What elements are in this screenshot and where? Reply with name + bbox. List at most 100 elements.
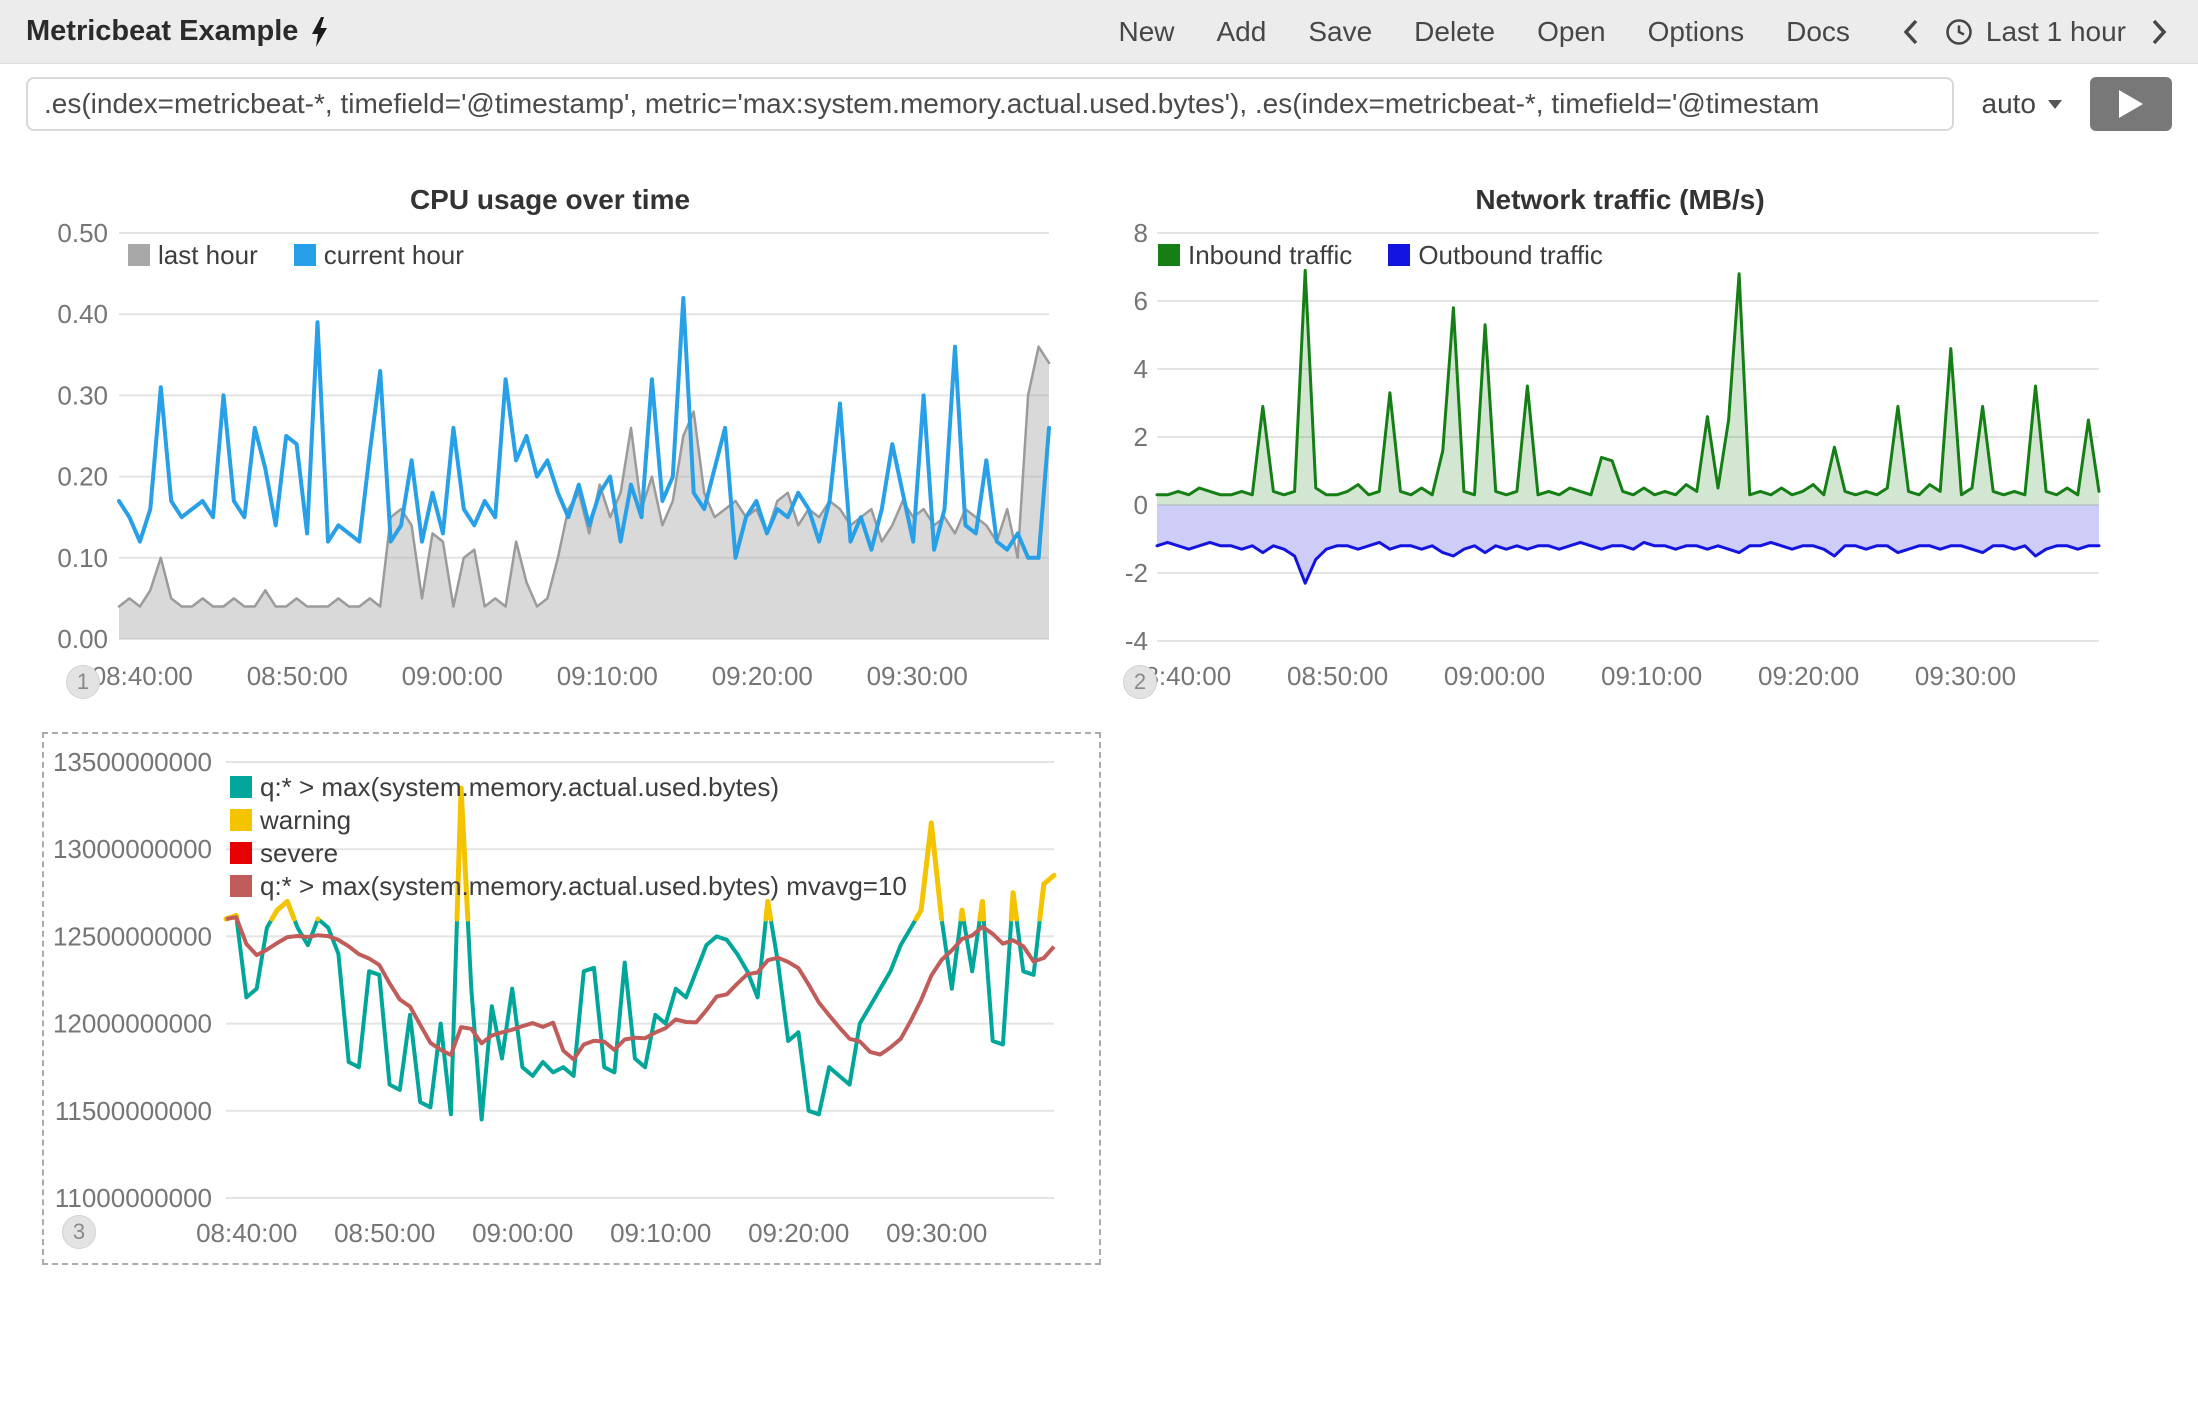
- x-tick-label: 09:00:00: [1444, 661, 1545, 691]
- panel-number-badge: 2: [1123, 665, 1157, 699]
- cpu-chart-legend: last hourcurrent hour: [128, 240, 464, 270]
- legend-item: Inbound traffic: [1158, 240, 1352, 270]
- y-tick-label: 0.20: [57, 462, 108, 492]
- clock-icon: [1944, 17, 1974, 47]
- x-tick-label: 08:40:00: [196, 1218, 297, 1248]
- y-tick-label: 12000000000: [53, 1009, 212, 1039]
- x-tick-label: 09:10:00: [557, 661, 658, 691]
- legend-swatch: [294, 244, 316, 266]
- series-warning-segment: [931, 823, 941, 919]
- series-area-Outbound-traffic: [1157, 505, 2099, 583]
- x-tick-label: 08:50:00: [334, 1218, 435, 1248]
- network-chart[interactable]: -4-20246808:40:0008:50:0009:00:0009:10:0…: [1120, 215, 2120, 700]
- panel-number-badge: 1: [66, 665, 100, 699]
- nav-open[interactable]: Open: [1537, 16, 1606, 48]
- x-tick-label: 09:30:00: [867, 661, 968, 691]
- nav-new[interactable]: New: [1118, 16, 1174, 48]
- series-area-last-hour: [119, 347, 1049, 639]
- nav-add[interactable]: Add: [1217, 16, 1267, 48]
- app-title: Metricbeat Example: [26, 15, 330, 48]
- expression-bar: auto: [0, 64, 2198, 131]
- y-tick-label: 6: [1134, 286, 1148, 316]
- legend-swatch: [230, 809, 252, 831]
- nav-save[interactable]: Save: [1308, 16, 1372, 48]
- y-tick-label: 4: [1134, 354, 1148, 384]
- y-tick-label: 0.30: [57, 380, 108, 410]
- x-tick-label: 09:30:00: [1915, 661, 2016, 691]
- legend-swatch: [128, 244, 150, 266]
- run-button[interactable]: [2090, 77, 2172, 131]
- x-tick-label: 09:20:00: [748, 1218, 849, 1248]
- series-warning-segment: [982, 902, 983, 920]
- legend-label: q:* > max(system.memory.actual.used.byte…: [260, 871, 907, 901]
- series-warning-segment: [1013, 893, 1016, 919]
- y-tick-label: 0.00: [57, 624, 108, 654]
- x-tick-label: 09:20:00: [712, 661, 813, 691]
- interval-select[interactable]: auto: [1972, 88, 2073, 120]
- nav-docs[interactable]: Docs: [1786, 16, 1850, 48]
- legend-label: severe: [260, 838, 338, 868]
- time-forward-button[interactable]: [2146, 13, 2172, 51]
- legend-swatch: [230, 842, 252, 864]
- top-navigation: New Add Save Delete Open Options Docs: [1118, 16, 1849, 48]
- topbar: Metricbeat Example New Add Save Delete O…: [0, 0, 2198, 64]
- y-tick-label: 11500000000: [55, 1096, 212, 1126]
- x-tick-label: 09:00:00: [402, 661, 503, 691]
- nav-delete[interactable]: Delete: [1414, 16, 1495, 48]
- legend-item: warning: [230, 805, 907, 835]
- chevron-down-icon: [2048, 100, 2062, 109]
- legend-swatch: [1388, 244, 1410, 266]
- y-tick-label: 13500000000: [53, 747, 212, 777]
- y-tick-label: 2: [1134, 422, 1148, 452]
- chart-panel-memory-selected[interactable]: q:* > max(system.memory.actual.used.byte…: [42, 732, 1101, 1265]
- interval-label: auto: [1982, 88, 2037, 120]
- legend-item: q:* > max(system.memory.actual.used.byte…: [230, 772, 907, 802]
- x-tick-label: 08:40:00: [92, 661, 193, 691]
- bolt-icon: [310, 17, 330, 47]
- series-warning-segment: [921, 823, 931, 910]
- y-tick-label: 0.40: [57, 299, 108, 329]
- x-tick-label: 09:10:00: [1601, 661, 1702, 691]
- series-warning-segment: [768, 902, 771, 920]
- y-tick-label: 8: [1134, 218, 1148, 248]
- legend-label: Inbound traffic: [1188, 240, 1352, 270]
- y-tick-label: 0.50: [57, 218, 108, 248]
- legend-swatch: [1158, 244, 1180, 266]
- app-title-text: Metricbeat Example: [26, 15, 298, 48]
- nav-options[interactable]: Options: [1648, 16, 1745, 48]
- x-tick-label: 08:50:00: [1287, 661, 1388, 691]
- legend-swatch: [230, 875, 252, 897]
- cpu-chart[interactable]: 0.000.100.200.300.400.5008:40:0008:50:00…: [30, 215, 1070, 700]
- chart-panel-cpu[interactable]: CPU usage over time last hourcurrent hou…: [30, 180, 1070, 705]
- legend-label: warning: [260, 805, 351, 835]
- legend-item: severe: [230, 838, 907, 868]
- cpu-chart-title: CPU usage over time: [30, 184, 1070, 216]
- series-warning-segment: [1044, 875, 1054, 884]
- x-tick-label: 09:30:00: [886, 1218, 987, 1248]
- y-tick-label: 11000000000: [55, 1183, 212, 1213]
- legend-item: q:* > max(system.memory.actual.used.byte…: [230, 871, 907, 901]
- network-chart-legend: Inbound traffic Outbound traffic: [1158, 240, 1603, 270]
- legend-label: Outbound traffic: [1418, 240, 1603, 270]
- chevron-right-icon: [2150, 17, 2168, 47]
- series-warning-segment: [287, 902, 294, 920]
- legend-item: Outbound traffic: [1388, 240, 1603, 270]
- y-tick-label: 0.10: [57, 543, 108, 573]
- query-input[interactable]: [26, 77, 1954, 131]
- x-tick-label: 09:10:00: [610, 1218, 711, 1248]
- legend-swatch: [230, 776, 252, 798]
- time-back-button[interactable]: [1898, 13, 1924, 51]
- chart-panel-network[interactable]: Network traffic (MB/s) Inbound traffic Ou…: [1120, 180, 2120, 705]
- timepicker-button[interactable]: Last 1 hour: [1944, 16, 2126, 48]
- memory-chart-legend: q:* > max(system.memory.actual.used.byte…: [230, 772, 907, 901]
- y-tick-label: 12500000000: [53, 921, 212, 951]
- x-tick-label: 09:00:00: [472, 1218, 573, 1248]
- time-navigation: Last 1 hour: [1898, 13, 2172, 51]
- series-line-mvavg: [226, 917, 1054, 1059]
- y-tick-label: -4: [1125, 626, 1148, 656]
- chevron-left-icon: [1902, 17, 1920, 47]
- network-chart-title: Network traffic (MB/s): [1120, 184, 2120, 216]
- legend-label: current hour: [324, 240, 464, 270]
- y-tick-label: 13000000000: [53, 834, 212, 864]
- panel-number-badge: 3: [62, 1215, 96, 1249]
